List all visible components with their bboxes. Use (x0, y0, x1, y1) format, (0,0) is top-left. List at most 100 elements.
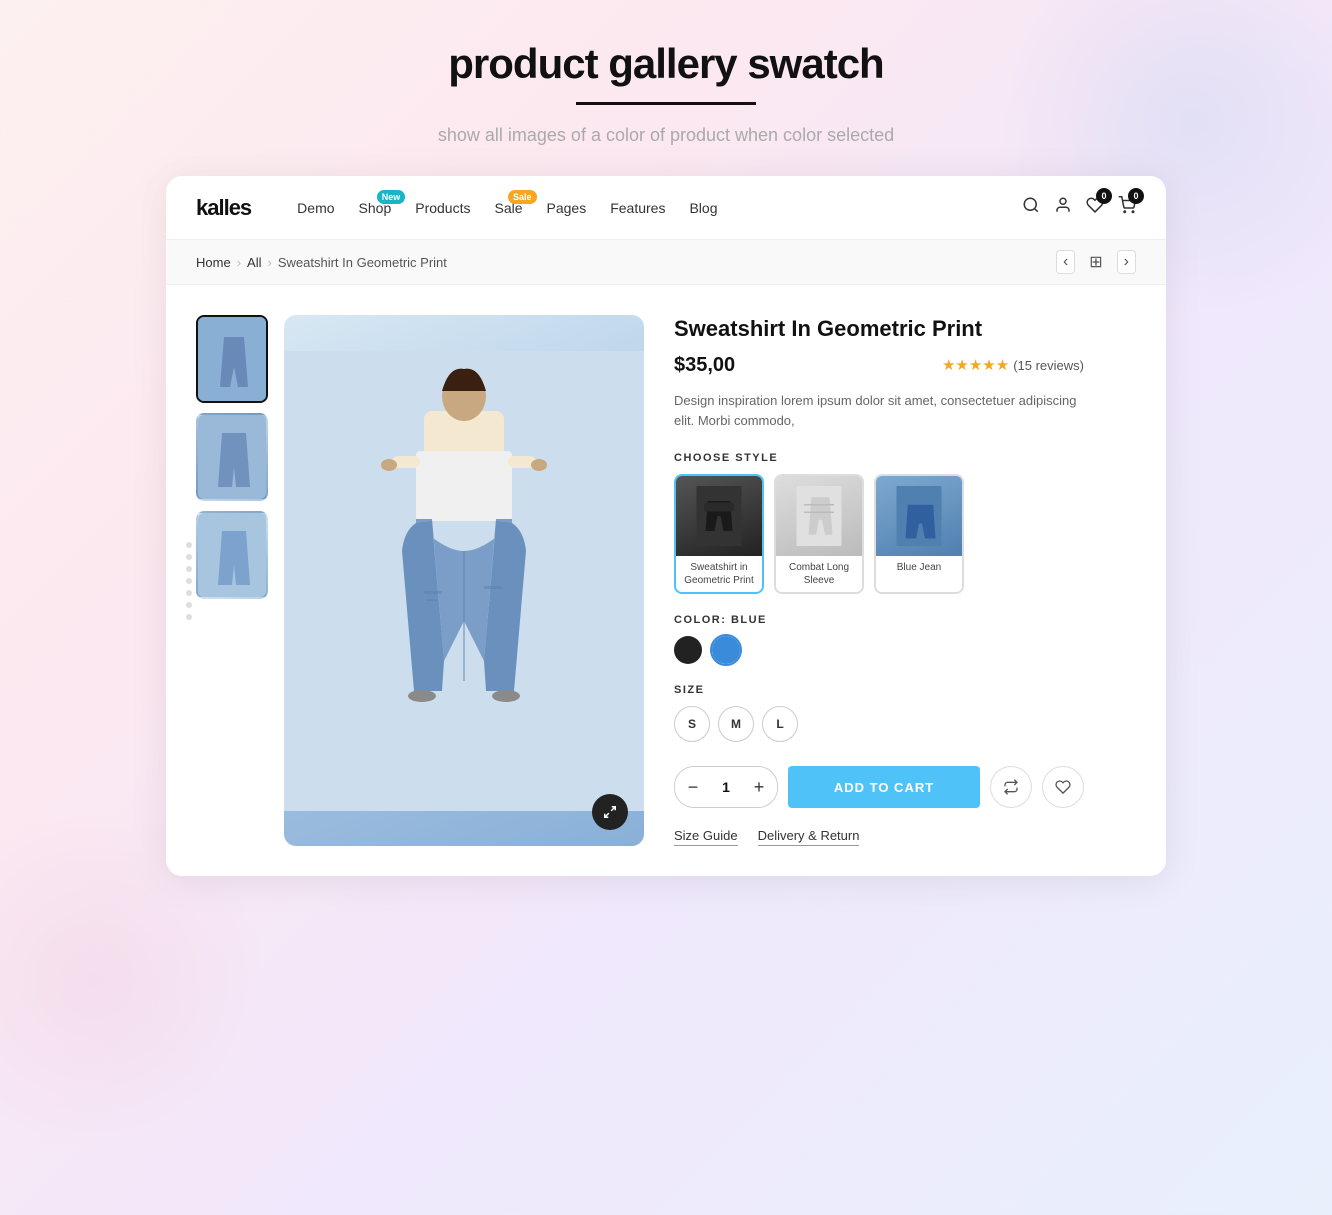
thumbnail-2[interactable] (196, 413, 268, 501)
style-combat-svg (789, 486, 849, 546)
size-row: S M L (674, 706, 1084, 742)
add-to-cart-btn[interactable]: ADD TO CART (788, 766, 980, 808)
stars: ★★★★★ (942, 356, 1009, 374)
product-description: Design inspiration lorem ipsum dolor sit… (674, 391, 1084, 433)
left-dots (186, 542, 192, 620)
user-icon-btn[interactable] (1054, 196, 1072, 219)
expand-icon (603, 805, 617, 819)
thumbnail-3[interactable] (196, 511, 268, 599)
price-row: $35,00 ★★★★★ (15 reviews) (674, 354, 1084, 377)
page-header: product gallery swatch show all images o… (438, 40, 894, 146)
style-combat-label: Combat Long Sleeve (776, 556, 862, 592)
search-icon-btn[interactable] (1022, 196, 1040, 219)
nav-shop-badge: New (377, 190, 406, 204)
style-sweatshirt-label: Sweatshirt inGeometric Print (676, 556, 762, 592)
nav-logo[interactable]: kalles (196, 195, 251, 221)
breadcrumb-bar: Home › All › Sweatshirt In Geometric Pri… (166, 240, 1166, 285)
nav-pages[interactable]: Pages (537, 194, 597, 222)
nav-bar: kalles Demo Shop New Products Sale Sale … (166, 176, 1166, 240)
style-bluejean-label: Blue Jean (876, 556, 962, 579)
nav-demo[interactable]: Demo (287, 194, 344, 222)
thumb-img-1 (198, 317, 268, 403)
review-count: (15 reviews) (1013, 358, 1084, 373)
grid-view-icon[interactable]: ⊞ (1083, 250, 1108, 274)
thumbnail-1[interactable] (196, 315, 268, 403)
nav-pages-label: Pages (547, 200, 587, 216)
nav-products[interactable]: Products (405, 194, 480, 222)
delivery-return-link[interactable]: Delivery & Return (758, 828, 860, 846)
dot-7 (186, 614, 192, 620)
nav-products-label: Products (415, 200, 470, 216)
dot-5 (186, 590, 192, 596)
size-l-btn[interactable]: L (762, 706, 798, 742)
dot-6 (186, 602, 192, 608)
product-title: Sweatshirt In Geometric Print (674, 315, 1084, 344)
style-combat[interactable]: Combat Long Sleeve (774, 474, 864, 594)
color-label: COLOR: BLUE (674, 614, 1084, 626)
nav-features[interactable]: Features (600, 194, 675, 222)
qty-increase-btn[interactable]: + (741, 766, 777, 808)
breadcrumb-home[interactable]: Home (196, 255, 231, 270)
product-svg (284, 351, 644, 811)
nav-features-label: Features (610, 200, 665, 216)
thumb-img-2 (198, 415, 268, 501)
breadcrumb: Home › All › Sweatshirt In Geometric Pri… (196, 255, 447, 270)
style-bluejean-img (876, 476, 962, 556)
breadcrumb-current: Sweatshirt In Geometric Print (278, 255, 447, 270)
next-product-btn[interactable]: › (1117, 250, 1136, 274)
nav-sale[interactable]: Sale Sale (484, 194, 532, 222)
nav-links: Demo Shop New Products Sale Sale Pages F… (287, 194, 1016, 222)
nav-shop[interactable]: Shop New (349, 194, 402, 222)
search-icon (1022, 196, 1040, 214)
style-sweatshirt-svg (689, 486, 749, 546)
breadcrumb-all[interactable]: All (247, 255, 261, 270)
thumb-img-3 (198, 513, 268, 599)
wishlist-btn[interactable] (1042, 766, 1084, 808)
breadcrumb-sep-1: › (237, 255, 241, 270)
quantity-control: − 1 + (674, 766, 778, 808)
style-bluejean-svg (889, 486, 949, 546)
style-sweatshirt-img (676, 476, 762, 556)
style-bluejean[interactable]: Blue Jean (874, 474, 964, 594)
header-underline (576, 102, 756, 105)
color-swatch-blue[interactable] (712, 636, 740, 664)
product-links: Size Guide Delivery & Return (674, 828, 1084, 846)
style-grid: Sweatshirt inGeometric Print Combat Long… (674, 474, 1084, 594)
cart-row: − 1 + ADD TO CART (674, 766, 1084, 808)
wishlist-count: 0 (1096, 188, 1112, 204)
breadcrumb-sep-2: › (267, 255, 271, 270)
expand-image-btn[interactable] (592, 794, 628, 830)
nav-blog[interactable]: Blog (679, 194, 727, 222)
wishlist-icon-btn[interactable]: 0 (1086, 196, 1104, 219)
size-m-btn[interactable]: M (718, 706, 754, 742)
prev-product-btn[interactable]: ‹ (1056, 250, 1075, 274)
size-s-btn[interactable]: S (674, 706, 710, 742)
size-label: SIZE (674, 684, 1084, 696)
product-area: Sweatshirt In Geometric Print $35,00 ★★★… (166, 285, 1166, 876)
star-rating: ★★★★★ (15 reviews) (942, 356, 1084, 374)
dot-2 (186, 554, 192, 560)
nav-icons: 0 0 (1022, 196, 1136, 219)
main-product-image (284, 315, 644, 846)
color-row (674, 636, 1084, 664)
style-label: CHOOSE STYLE (674, 452, 1084, 464)
page-title: product gallery swatch (438, 40, 894, 88)
wishlist-heart-icon (1055, 779, 1071, 795)
compare-icon (1003, 779, 1019, 795)
product-details: Sweatshirt In Geometric Print $35,00 ★★★… (644, 315, 1084, 846)
nav-blog-label: Blog (689, 200, 717, 216)
user-icon (1054, 196, 1072, 214)
cart-icon-btn[interactable]: 0 (1118, 196, 1136, 219)
product-price: $35,00 (674, 354, 735, 377)
color-swatch-black[interactable] (674, 636, 702, 664)
style-combat-img (776, 476, 862, 556)
compare-btn[interactable] (990, 766, 1032, 808)
page-subtitle: show all images of a color of product wh… (438, 125, 894, 146)
size-guide-link[interactable]: Size Guide (674, 828, 738, 846)
qty-decrease-btn[interactable]: − (675, 766, 711, 808)
dot-1 (186, 542, 192, 548)
dot-3 (186, 566, 192, 572)
breadcrumb-nav: ‹ ⊞ › (1056, 250, 1136, 274)
store-card: kalles Demo Shop New Products Sale Sale … (166, 176, 1166, 876)
style-sweatshirt[interactable]: Sweatshirt inGeometric Print (674, 474, 764, 594)
